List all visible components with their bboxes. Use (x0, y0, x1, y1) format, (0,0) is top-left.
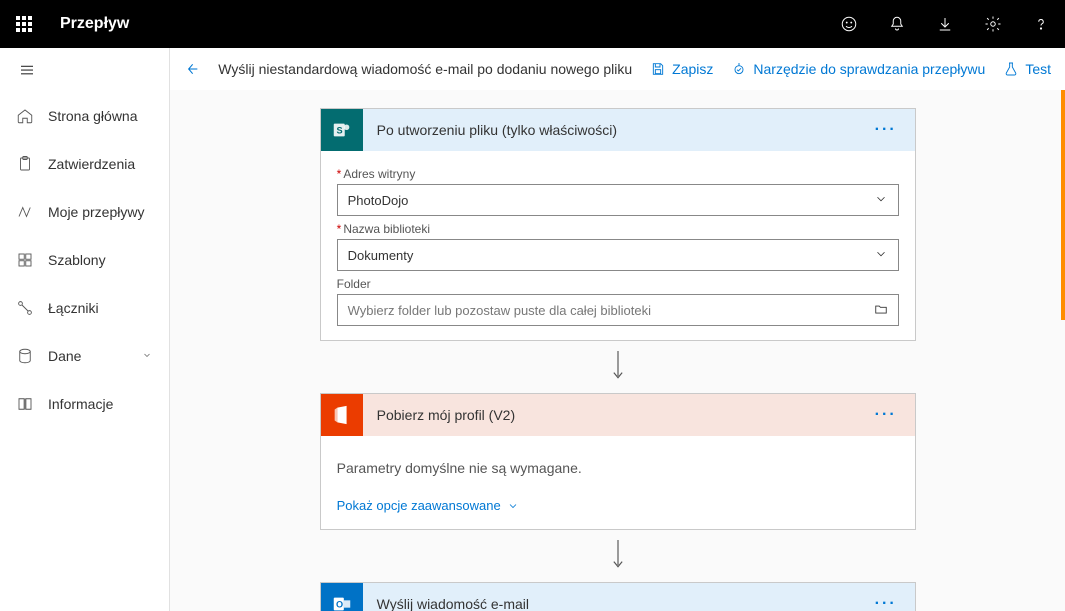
nav-info[interactable]: Informacje (0, 380, 169, 428)
svg-text:O: O (336, 600, 343, 610)
field-label: Folder (337, 277, 899, 291)
nav-data[interactable]: Dane (0, 332, 169, 380)
step-info-text: Parametry domyślne nie są wymagane. (337, 446, 899, 482)
app-launcher-icon[interactable] (0, 0, 48, 48)
feedback-icon[interactable] (825, 0, 873, 48)
top-bar: Przepływ (0, 0, 1065, 48)
nav-label: Moje przepływy (48, 204, 144, 220)
book-icon (16, 395, 34, 413)
nav-connectors[interactable]: Łączniki (0, 284, 169, 332)
step-title: Pobierz mój profil (V2) (363, 407, 869, 423)
nav-home[interactable]: Strona główna (0, 92, 169, 140)
save-button[interactable]: Zapisz (650, 61, 713, 77)
svg-text:S: S (336, 126, 342, 136)
settings-icon[interactable] (969, 0, 1017, 48)
step-header[interactable]: O Wyślij wiadomość e-mail ··· (321, 583, 915, 611)
data-icon (16, 347, 34, 365)
nav-label: Łączniki (48, 300, 99, 316)
scroll-indicator (1061, 90, 1065, 320)
step-menu-icon[interactable]: ··· (869, 402, 903, 428)
nav-label: Dane (48, 348, 81, 364)
test-button[interactable]: Test (1003, 61, 1051, 77)
nav-templates[interactable]: Szablony (0, 236, 169, 284)
nav-label: Szablony (48, 252, 106, 268)
notifications-icon[interactable] (873, 0, 921, 48)
step-menu-icon[interactable]: ··· (869, 117, 903, 143)
flow-icon (16, 203, 34, 221)
field-label: *Adres witryny (337, 167, 899, 181)
connector-icon (16, 299, 34, 317)
nav-myflows[interactable]: Moje przepływy (0, 188, 169, 236)
step-sharepoint-trigger: S Po utworzeniu pliku (tylko właściwości… (320, 108, 916, 341)
folder-icon (874, 302, 888, 319)
nav-approvals[interactable]: Zatwierdzenia (0, 140, 169, 188)
step-title: Po utworzeniu pliku (tylko właściwości) (363, 122, 869, 138)
nav-toggle-icon[interactable] (0, 48, 169, 92)
connector-arrow-icon (320, 341, 916, 393)
help-icon[interactable] (1017, 0, 1065, 48)
step-header[interactable]: Pobierz mój profil (V2) ··· (321, 394, 915, 436)
office365-icon (321, 394, 363, 436)
flow-canvas: S Po utworzeniu pliku (tylko właściwości… (170, 90, 1065, 611)
sharepoint-icon: S (321, 109, 363, 151)
chevron-down-icon (141, 348, 153, 364)
step-get-my-profile: Pobierz mój profil (V2) ··· Parametry do… (320, 393, 916, 530)
clipboard-icon (16, 155, 34, 173)
step-header[interactable]: S Po utworzeniu pliku (tylko właściwości… (321, 109, 915, 151)
connector-arrow-icon (320, 530, 916, 582)
back-button[interactable] (184, 61, 200, 77)
outlook-icon: O (321, 583, 363, 611)
library-name-input[interactable]: Dokumenty (337, 239, 899, 271)
step-send-email: O Wyślij wiadomość e-mail ··· *Do (320, 582, 916, 611)
nav-label: Strona główna (48, 108, 138, 124)
flow-title: Wyślij niestandardową wiadomość e-mail p… (218, 61, 632, 77)
flow-checker-button[interactable]: Narzędzie do sprawdzania przepływu (731, 61, 985, 77)
chevron-down-icon (874, 192, 888, 209)
step-title: Wyślij wiadomość e-mail (363, 596, 869, 611)
command-bar: Wyślij niestandardową wiadomość e-mail p… (170, 48, 1065, 90)
site-address-input[interactable]: PhotoDojo (337, 184, 899, 216)
download-icon[interactable] (921, 0, 969, 48)
home-icon (16, 107, 34, 125)
folder-input[interactable]: Wybierz folder lub pozostaw puste dla ca… (337, 294, 899, 326)
app-title: Przepływ (48, 15, 129, 33)
chevron-down-icon (874, 247, 888, 264)
left-nav: Strona główna Zatwierdzenia Moje przepły… (0, 48, 170, 611)
nav-label: Zatwierdzenia (48, 156, 135, 172)
nav-label: Informacje (48, 396, 113, 412)
step-menu-icon[interactable]: ··· (869, 591, 903, 611)
show-advanced-link[interactable]: Pokaż opcje zaawansowane (337, 498, 519, 513)
field-label: *Nazwa biblioteki (337, 222, 899, 236)
template-icon (16, 251, 34, 269)
